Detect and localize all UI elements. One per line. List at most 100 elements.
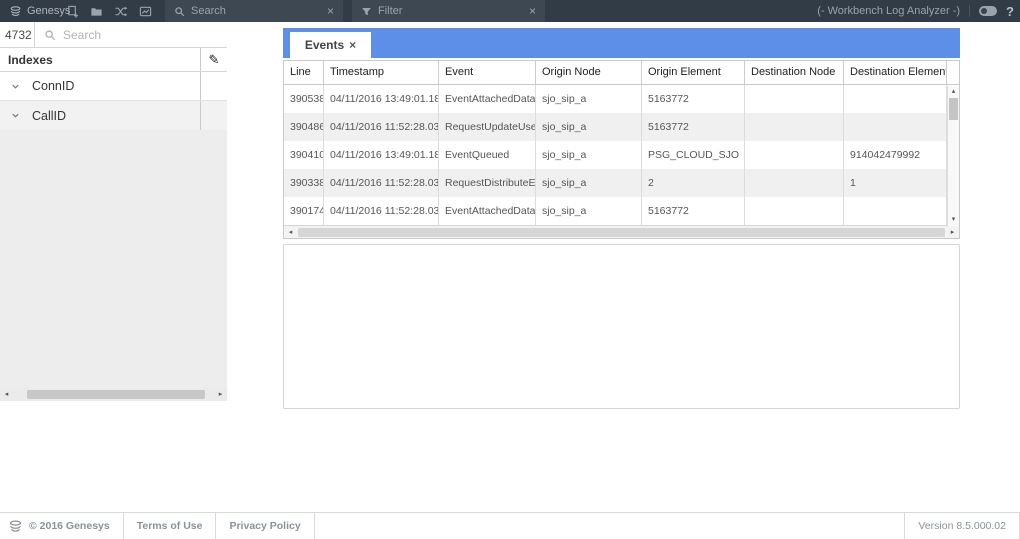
header-scrollbar-stub [947,61,959,84]
table-cell: 390338 [284,169,324,197]
sidebar-empty-area [0,130,227,388]
scroll-up-icon[interactable]: ▴ [948,87,959,97]
table-cell [745,113,844,141]
table-cell: sjo_sip_a [536,197,642,225]
terms-of-use-link[interactable]: Terms of Use [124,513,217,539]
tab-search-label: Search [191,5,226,17]
sidebar-item-gutter [200,72,227,100]
table-cell: 04/11/2016 11:52:28.032 [324,113,439,141]
table-row[interactable]: 39048604/11/2016 11:52:28.032RequestUpda… [284,113,947,141]
chevron-down-icon[interactable] [11,82,20,91]
chevron-down-icon[interactable] [11,111,20,120]
sidebar-search-input[interactable] [63,28,218,42]
column-header[interactable]: Origin Node [536,61,642,84]
help-icon[interactable]: ? [1006,4,1016,19]
scrollbar-thumb[interactable] [298,228,945,237]
app-title: (- Workbench Log Analyzer -) [817,5,960,17]
sidebar: 4732 Indexes ✎ ConnID CallID [0,22,227,401]
table-cell: 04/11/2016 11:52:28.032 [324,169,439,197]
new-item-icon[interactable] [66,5,79,18]
tab-events-close-icon[interactable]: × [349,38,356,52]
sidebar-item-label: CallID [32,109,66,123]
table-cell: sjo_sip_a [536,141,642,169]
table-cell: 5163772 [642,197,745,225]
table-cell [745,197,844,225]
sidebar-horizontal-scrollbar[interactable]: ◂ ▸ [0,388,227,401]
tab-filter-close-icon[interactable]: × [529,4,536,18]
table-cell [745,141,844,169]
tab-events[interactable]: Events × [290,32,371,58]
scroll-right-icon[interactable]: ▸ [214,388,227,401]
table-horizontal-scrollbar[interactable]: ◂ ▸ [284,225,959,238]
table-cell [844,197,947,225]
result-count: 4732 [0,22,34,47]
footer: © 2016 Genesys Terms of Use Privacy Poli… [0,512,1020,539]
table-cell: RequestDistributeEvent [439,169,536,197]
sidebar-item-label: ConnID [32,79,74,93]
tab-search[interactable]: Search × [165,0,343,22]
tab-events-label: Events [305,38,344,52]
table-cell: 5163772 [642,85,745,113]
chart-icon[interactable] [139,5,152,18]
toolbar [66,0,176,22]
tab-filter-label: Filter [378,5,402,17]
sidebar-item-callid[interactable]: CallID [0,101,227,130]
events-table: LineTimestampEventOrigin NodeOrigin Elem… [283,60,960,239]
scrollbar-thumb[interactable] [27,390,205,399]
scroll-right-icon[interactable]: ▸ [946,226,959,239]
divider [969,5,970,17]
table-cell [844,85,947,113]
top-bar: Genesys [0,0,1020,22]
search-icon [44,29,56,41]
events-table-header-row: LineTimestampEventOrigin NodeOrigin Elem… [284,61,959,85]
column-header[interactable]: Destination Node [745,61,844,84]
table-cell: EventAttachedDataChan... [439,197,536,225]
column-header[interactable]: Event [439,61,536,84]
indexes-header: Indexes ✎ [0,48,227,72]
detail-panel-empty [283,244,960,409]
scrollbar-thumb[interactable] [949,98,958,120]
toggle-icon[interactable] [979,6,997,16]
genesys-logo-icon [9,5,22,18]
table-cell: 04/11/2016 13:49:01.183 [324,85,439,113]
tab-search-close-icon[interactable]: × [327,4,334,18]
table-cell [745,85,844,113]
tab-filter[interactable]: Filter × [352,0,545,22]
edit-pencil-icon[interactable]: ✎ [200,48,227,71]
scroll-left-icon[interactable]: ◂ [0,388,13,401]
column-header[interactable]: Timestamp [324,61,439,84]
sidebar-search-box[interactable] [34,22,227,47]
folder-icon[interactable] [90,5,103,18]
privacy-policy-link[interactable]: Privacy Policy [216,513,314,539]
shuffle-icon[interactable] [114,5,128,18]
table-cell: 914042479992 [844,141,947,169]
table-cell: 390410 [284,141,324,169]
column-header[interactable]: Origin Element [642,61,745,84]
table-cell: PSG_CLOUD_SJO [642,141,745,169]
version-label: Version 8.5.000.02 [904,513,1020,539]
table-row[interactable]: 39033804/11/2016 11:52:28.032RequestDist… [284,169,947,197]
scroll-left-icon[interactable]: ◂ [284,226,297,239]
table-cell: 390538 [284,85,324,113]
sidebar-item-connid[interactable]: ConnID [0,72,227,101]
brand-label: Genesys [27,5,70,17]
table-row[interactable]: 39017404/11/2016 11:52:28.032EventAttach… [284,197,947,225]
sidebar-search-row: 4732 [0,22,227,48]
table-cell: 04/11/2016 13:49:01.183 [324,141,439,169]
sidebar-item-gutter [200,101,227,130]
indexes-title: Indexes [0,48,200,71]
table-vertical-scrollbar[interactable]: ▴ ▾ [947,86,959,226]
column-header[interactable]: Destination Element [844,61,947,84]
table-row[interactable]: 39041004/11/2016 13:49:01.183EventQueued… [284,141,947,169]
column-header[interactable]: Line [284,61,324,84]
table-row[interactable]: 39053804/11/2016 13:49:01.183EventAttach… [284,85,947,113]
table-cell: 390486 [284,113,324,141]
table-cell: RequestUpdateUserData [439,113,536,141]
copyright-text: © 2016 Genesys [29,520,110,532]
table-cell [844,113,947,141]
genesys-logo-icon [8,519,23,534]
table-cell: 2 [642,169,745,197]
scroll-down-icon[interactable]: ▾ [948,215,959,225]
table-cell: 1 [844,169,947,197]
footer-spacer [315,513,905,539]
